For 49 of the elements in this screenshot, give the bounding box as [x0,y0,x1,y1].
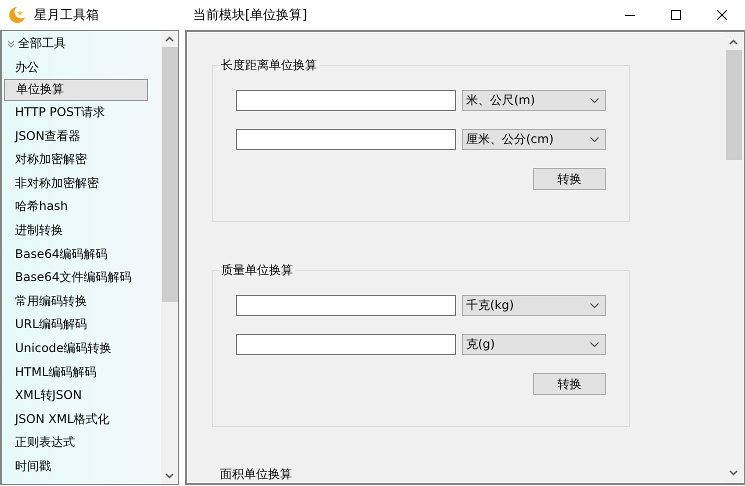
input-field[interactable] [236,334,456,355]
tree-item[interactable]: Unicode编码转换 [4,336,156,360]
chevron-down-icon [590,98,599,103]
unit-dropdown[interactable]: 千克(kg) [462,295,606,316]
tree-item[interactable]: HTTP POST请求 [4,100,156,124]
tree-item[interactable]: 哈希hash [4,195,156,219]
tree-item[interactable]: URL编码解码 [4,313,156,337]
scroll-down-icon[interactable] [165,473,174,479]
tree-item[interactable]: 办公 [4,56,156,80]
input-field[interactable] [236,295,456,316]
module-title: 当前模块[单位换算] [193,7,308,24]
tree-item[interactable]: XML转JSON [4,384,156,408]
group-title: 面积单位换算 [218,466,294,482]
tree-item[interactable]: Base64文件编码解码 [4,266,156,290]
scroll-down-icon[interactable] [729,470,738,476]
chevron-down-icon [590,342,599,347]
unit-dropdown[interactable]: 厘米、公分(cm) [462,129,606,150]
maximize-icon[interactable] [671,10,681,20]
scroll-up-icon[interactable] [165,36,174,42]
tree-item[interactable]: HTML编码解码 [4,360,156,384]
convert-button[interactable]: 转换 [533,373,606,395]
scroll-up-icon[interactable] [729,39,738,45]
chevron-down-icon [590,303,599,308]
unit-dropdown[interactable]: 米、公尺(m) [462,90,606,111]
tree-item[interactable]: JSON查看器 [4,124,156,148]
app-title: 星月工具箱 [34,7,100,24]
tree-item[interactable]: Base64编码解码 [4,242,156,266]
tree-item[interactable]: 进制转换 [4,218,156,242]
tree-item[interactable]: 对称加密解密 [4,148,156,172]
double-chevron-down-icon[interactable] [7,40,15,48]
group-title: 长度距离单位换算 [219,57,319,74]
close-icon[interactable] [717,10,727,20]
tree-item[interactable]: 常用编码转换 [4,290,156,314]
tree-item[interactable]: 单位换算 [4,79,148,101]
tree-item[interactable]: JSON XML格式化 [4,408,156,432]
input-field[interactable] [236,90,456,111]
convert-button[interactable]: 转换 [533,168,606,190]
scrollbar[interactable] [161,31,178,484]
scroll-thumb[interactable] [726,50,742,160]
group-title: 质量单位换算 [219,262,295,279]
tree-item[interactable]: 时间戳 [4,454,156,478]
tree-item[interactable]: 非对称加密解密 [4,172,156,196]
moon-star-icon [8,6,26,24]
unit-dropdown[interactable]: 克(g) [462,334,606,355]
chevron-down-icon [590,137,599,142]
tree-item[interactable]: 正则表达式 [4,431,156,455]
scroll-thumb[interactable] [162,47,178,302]
input-field[interactable] [236,129,456,150]
tree-item[interactable]: 全部工具 [2,32,161,56]
